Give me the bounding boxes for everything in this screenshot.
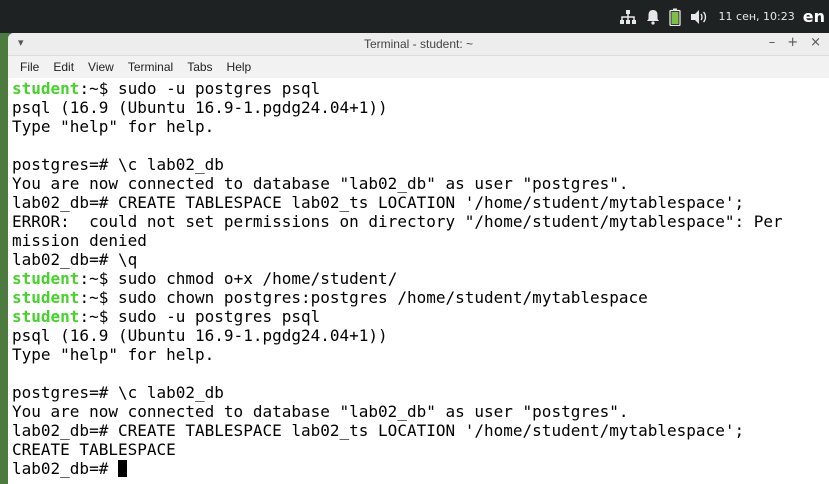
terminal-line: lab02_db=# \q	[12, 250, 829, 269]
terminal-line: student:~$ sudo -u postgres psql	[12, 307, 829, 326]
line-text: :~$ sudo chown postgres:postgres /home/s…	[79, 288, 648, 307]
text-cursor	[117, 460, 127, 477]
volume-icon[interactable]	[690, 0, 708, 33]
line-text: mission denied	[12, 231, 147, 250]
top-panel: 11 сен, 10:23 en	[0, 0, 829, 33]
terminal-line: mission denied	[12, 231, 829, 250]
line-text: lab02_db=# \q	[12, 250, 138, 269]
battery-icon[interactable]	[668, 0, 681, 33]
terminal-line: lab02_db=#	[12, 459, 829, 478]
line-text: You are now connected to database "lab02…	[12, 174, 629, 193]
menu-edit[interactable]: Edit	[46, 60, 81, 74]
menu-view[interactable]: View	[81, 60, 121, 74]
clock[interactable]: 11 сен, 10:23	[719, 10, 795, 23]
prompt-user: student	[12, 288, 80, 307]
line-text: psql (16.9 (Ubuntu 16.9-1.pgdg24.04+1))	[12, 98, 388, 117]
line-text: postgres=# \c lab02_db	[12, 383, 224, 402]
terminal-line: postgres=# \c lab02_db	[12, 155, 829, 174]
terminal-line: psql (16.9 (Ubuntu 16.9-1.pgdg24.04+1))	[12, 98, 829, 117]
line-text: CREATE TABLESPACE	[12, 440, 176, 459]
network-icon[interactable]	[619, 0, 637, 33]
line-text: Type "help" for help.	[12, 345, 215, 364]
terminal-line: CREATE TABLESPACE	[12, 440, 829, 459]
keyboard-layout-indicator[interactable]: en	[803, 7, 825, 26]
terminal-line: Type "help" for help.	[12, 345, 829, 364]
menu-file[interactable]: File	[13, 60, 46, 74]
window-menu-icon[interactable]: ▾	[18, 36, 24, 49]
terminal-line: student:~$ sudo chown postgres:postgres …	[12, 288, 829, 307]
terminal-line: student:~$ sudo chmod o+x /home/student/	[12, 269, 829, 288]
menu-bar: File Edit View Terminal Tabs Help	[8, 56, 829, 78]
line-text: postgres=# \c lab02_db	[12, 155, 224, 174]
line-text: psql (16.9 (Ubuntu 16.9-1.pgdg24.04+1))	[12, 326, 388, 345]
minimize-button[interactable]: –	[769, 35, 776, 50]
window-controls: – + ×	[769, 35, 821, 50]
prompt-user: student	[12, 307, 80, 326]
line-text: :~$ sudo -u postgres psql	[79, 79, 321, 98]
terminal-line: psql (16.9 (Ubuntu 16.9-1.pgdg24.04+1))	[12, 326, 829, 345]
line-text: :~$ sudo -u postgres psql	[79, 307, 321, 326]
line-text: Type "help" for help.	[12, 117, 215, 136]
window-titlebar[interactable]: ▾ Terminal - student: ~ – + ×	[8, 33, 829, 56]
terminal-line: lab02_db=# CREATE TABLESPACE lab02_ts LO…	[12, 421, 829, 440]
bell-icon[interactable]	[646, 0, 660, 33]
menu-terminal[interactable]: Terminal	[121, 60, 180, 74]
terminal-line: Type "help" for help.	[12, 117, 829, 136]
terminal-output[interactable]: student:~$ sudo -u postgres psql psql (16…	[12, 78, 829, 484]
window-title: Terminal - student: ~	[363, 37, 474, 51]
terminal-window: ▾ Terminal - student: ~ – + × File Edit …	[8, 33, 829, 484]
menu-help[interactable]: Help	[220, 60, 259, 74]
terminal-line: postgres=# \c lab02_db	[12, 383, 829, 402]
line-text: ERROR: could not set permissions on dire…	[12, 212, 783, 231]
terminal-line: ERROR: could not set permissions on dire…	[12, 212, 829, 231]
prompt-user: student	[12, 269, 80, 288]
terminal-line: student:~$ sudo -u postgres psql	[12, 79, 829, 98]
close-button[interactable]: ×	[810, 35, 821, 50]
maximize-button[interactable]: +	[787, 35, 798, 50]
prompt-user: student	[12, 79, 80, 98]
terminal-line: You are now connected to database "lab02…	[12, 174, 829, 193]
terminal-line: lab02_db=# CREATE TABLESPACE lab02_ts LO…	[12, 193, 829, 212]
terminal-line: You are now connected to database "lab02…	[12, 402, 829, 421]
line-text: lab02_db=# CREATE TABLESPACE lab02_ts LO…	[12, 421, 745, 440]
line-text: You are now connected to database "lab02…	[12, 402, 629, 421]
line-text: lab02_db=#	[12, 459, 118, 478]
line-text: :~$ sudo chmod o+x /home/student/	[79, 269, 398, 288]
menu-tabs[interactable]: Tabs	[180, 60, 219, 74]
line-text: lab02_db=# CREATE TABLESPACE lab02_ts LO…	[12, 193, 745, 212]
